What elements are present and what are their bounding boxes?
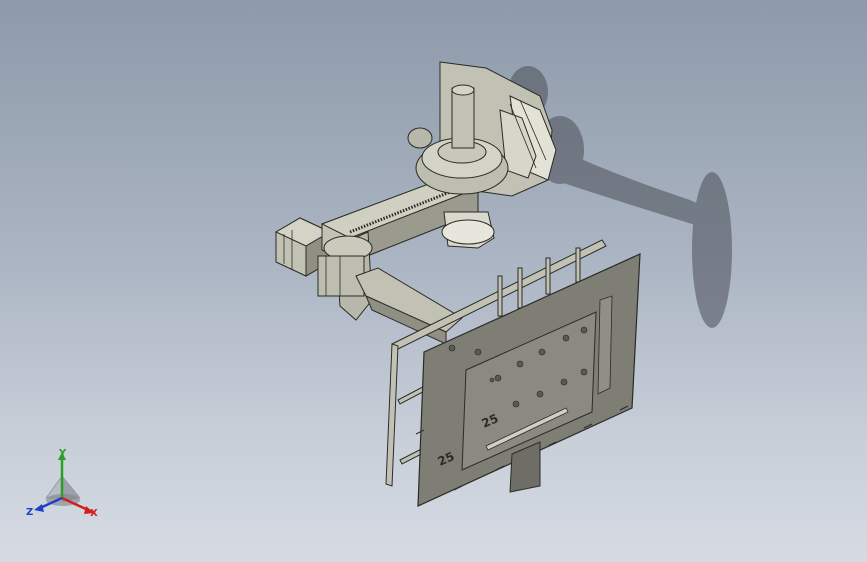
y-axis-label: Y (58, 448, 67, 459)
x-axis-label: X (90, 508, 98, 519)
forearm[interactable] (355, 267, 463, 345)
cad-3d-viewport[interactable]: 25 25 Y X Z (0, 0, 867, 562)
z-axis-label: Z (26, 507, 33, 518)
end-effector-plate[interactable]: 25 25 (417, 253, 641, 507)
coordinate-triad: Y X Z (22, 446, 106, 526)
model-view[interactable]: 25 25 (0, 0, 867, 562)
